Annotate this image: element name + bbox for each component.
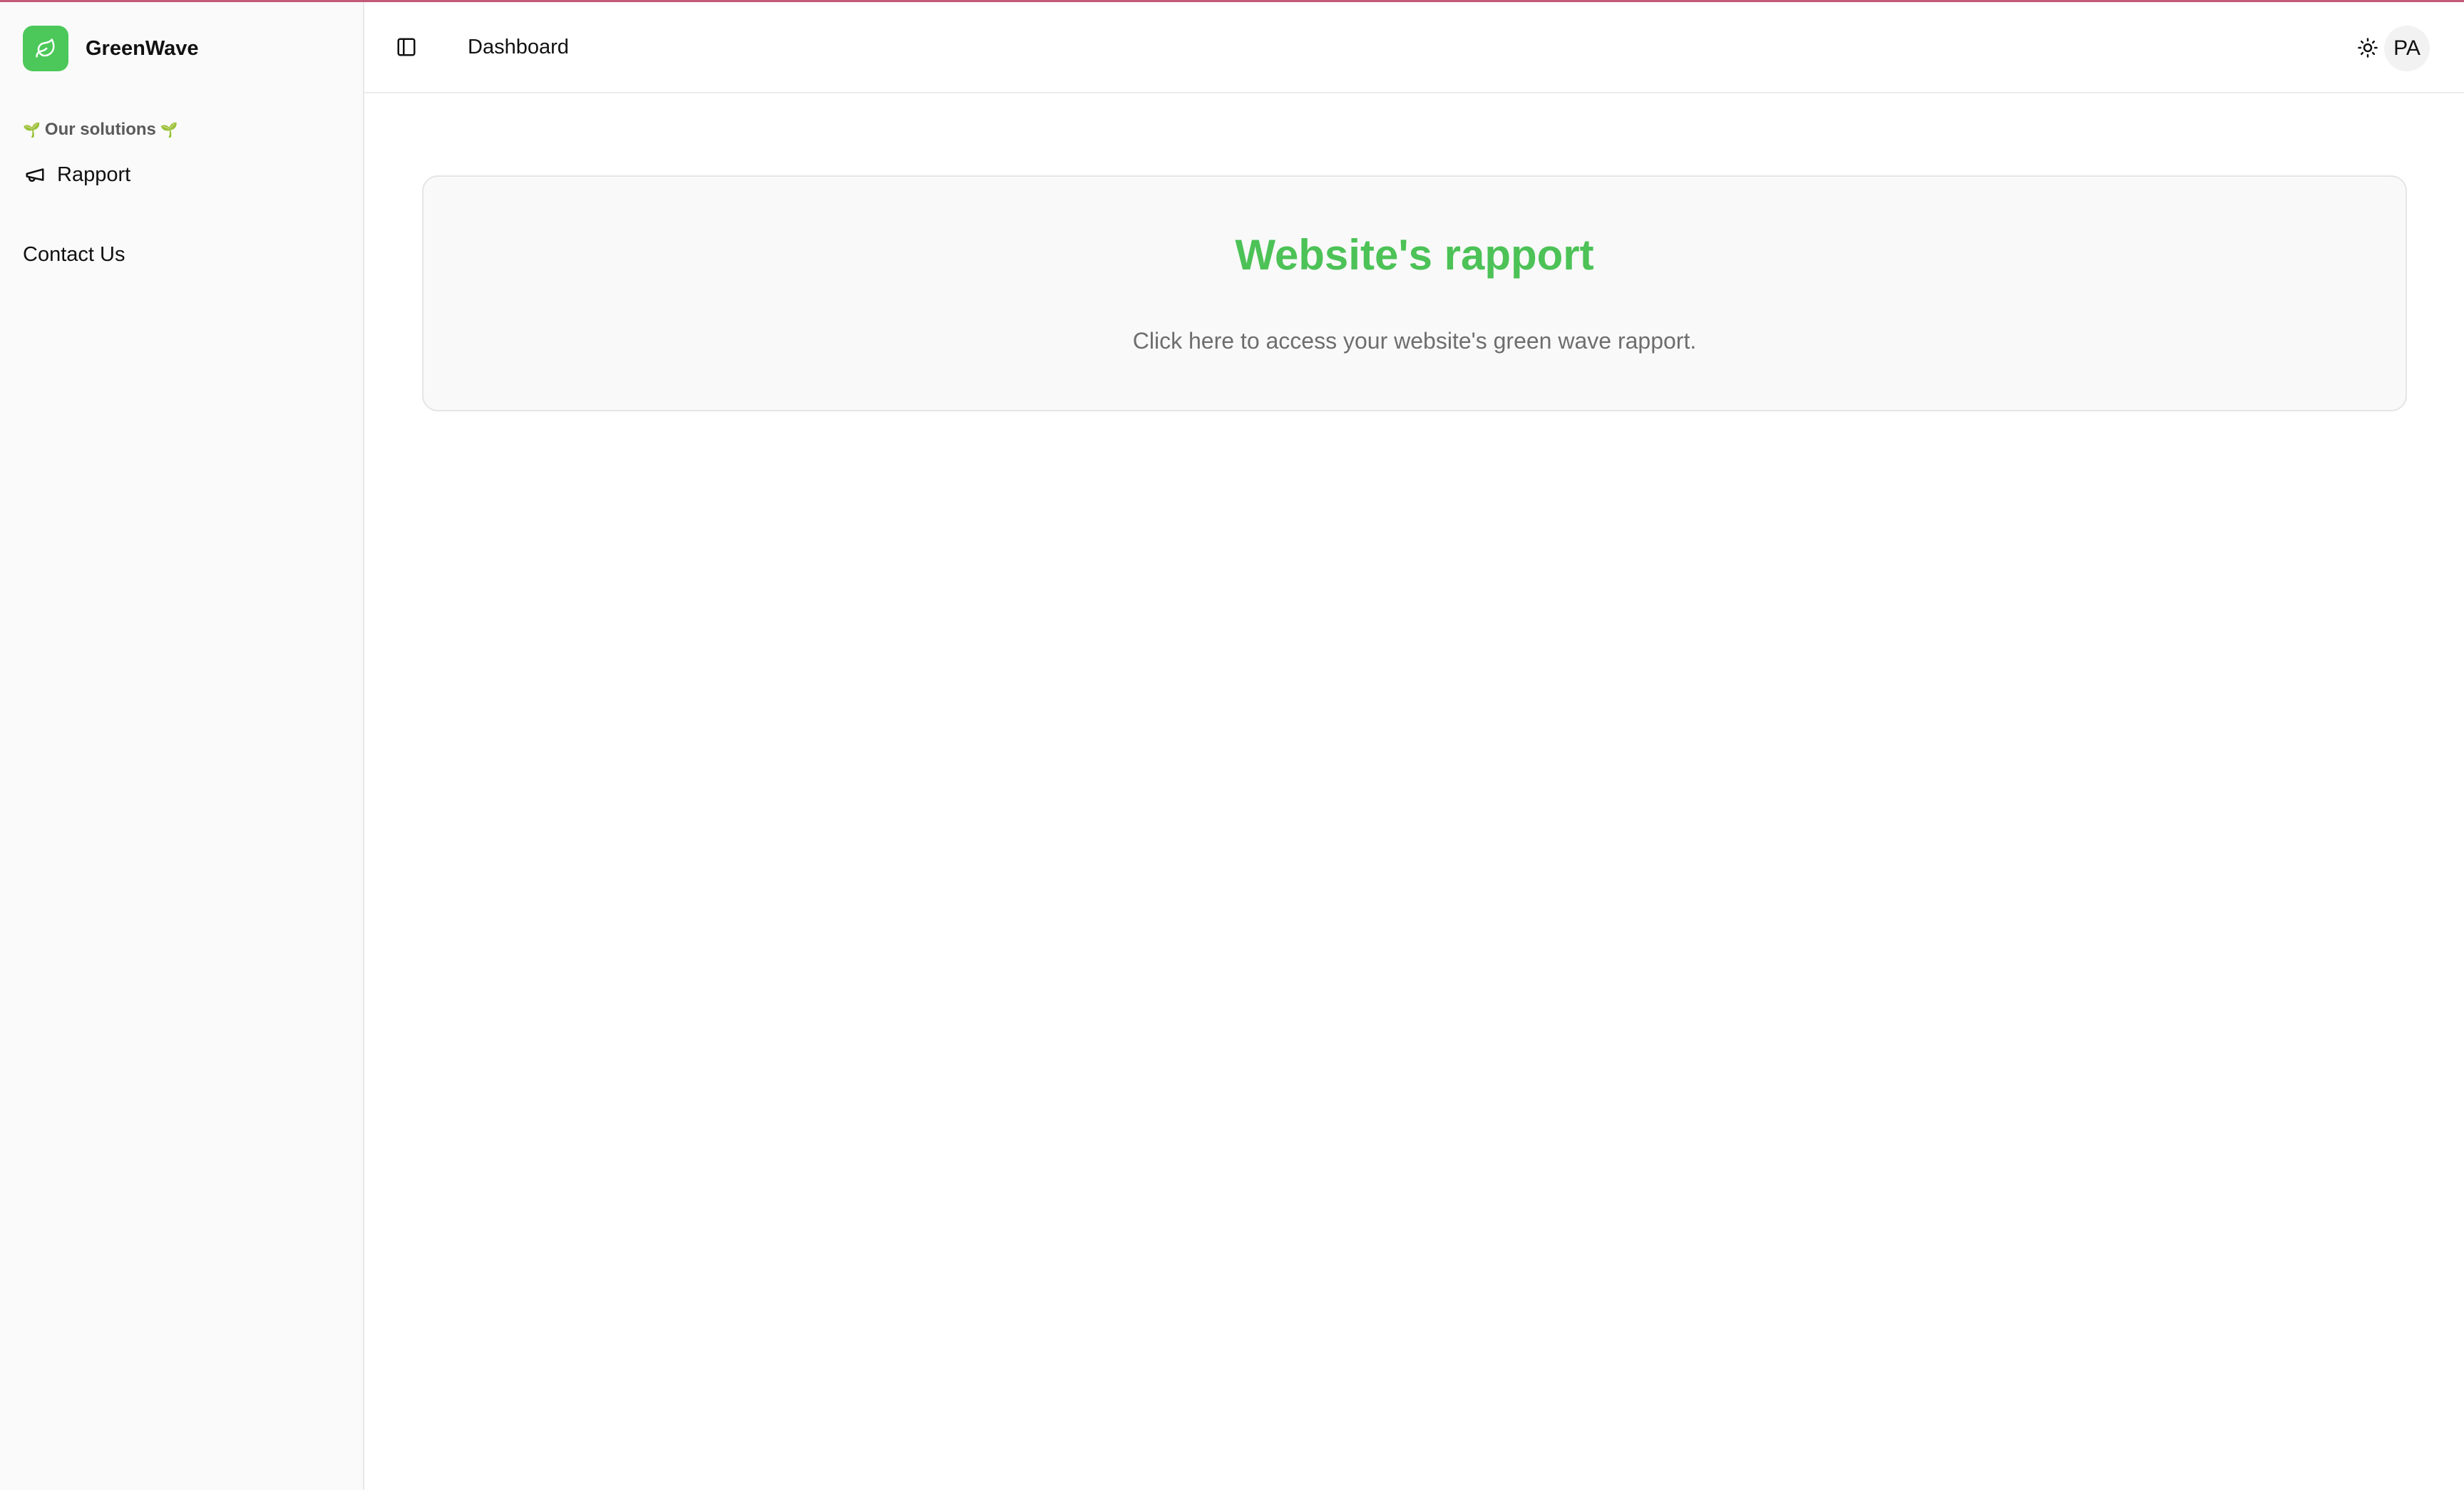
sidebar-item-label: Rapport — [57, 163, 131, 186]
sun-icon[interactable] — [2353, 34, 2382, 62]
leaf-icon — [23, 26, 68, 71]
sprout-icon: 🌱 — [160, 122, 178, 138]
sprout-icon: 🌱 — [23, 122, 41, 138]
card-title: Website's rapport — [1235, 231, 1594, 279]
top-header: Dashboard PA — [364, 2, 2464, 93]
brand-name: GreenWave — [86, 36, 199, 60]
card-description: Click here to access your website's gree… — [1132, 328, 1697, 354]
megaphone-icon — [23, 163, 47, 187]
brand[interactable]: GreenWave — [23, 26, 199, 71]
app-root: GreenWave 🌱 Our solutions 🌱 Rapport Cont… — [0, 0, 2464, 1490]
section-label-text: Our solutions — [44, 120, 156, 139]
avatar[interactable]: PA — [2384, 26, 2430, 71]
page-title: Dashboard — [468, 36, 569, 58]
sidebar-item-rapport[interactable]: Rapport — [23, 159, 130, 190]
contact-us-link[interactable]: Contact Us — [23, 239, 125, 270]
section-label: 🌱 Our solutions 🌱 — [23, 118, 178, 142]
rapport-card[interactable]: Website's rapport Click here to access y… — [422, 175, 2407, 411]
sidebar: GreenWave 🌱 Our solutions 🌱 Rapport Cont… — [0, 2, 364, 1490]
panel-left-icon[interactable] — [394, 34, 419, 60]
